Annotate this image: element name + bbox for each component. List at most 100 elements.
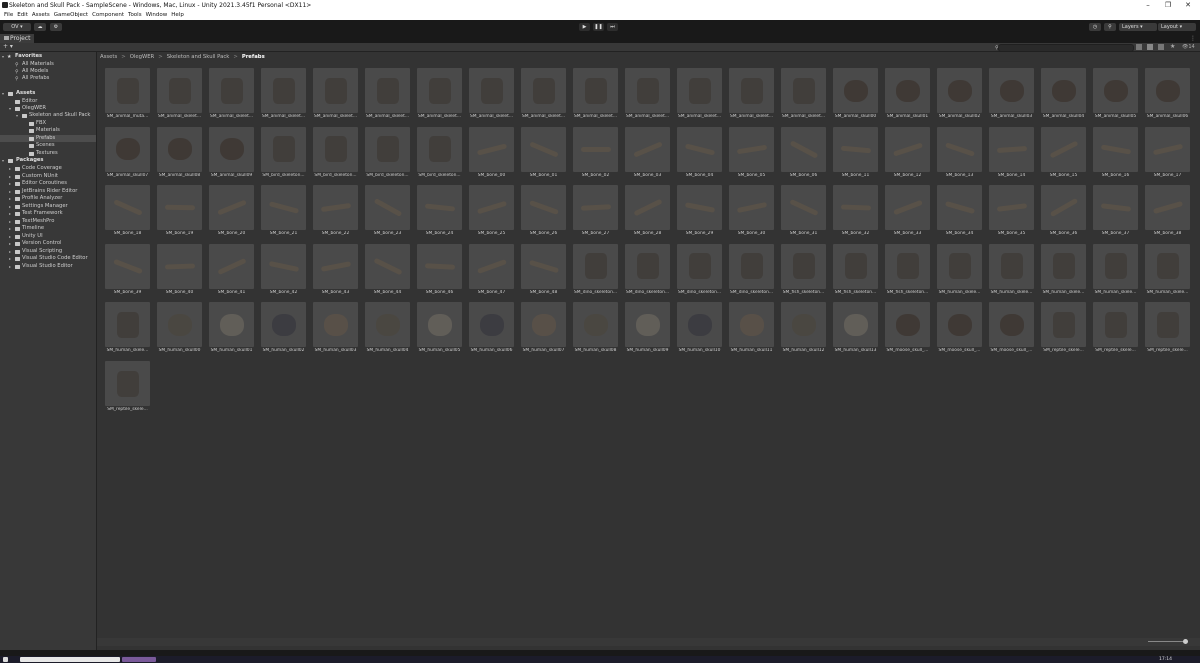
asset-tile[interactable] [1093, 302, 1138, 348]
asset-tile[interactable] [469, 126, 514, 172]
asset-tile[interactable] [105, 126, 150, 172]
menu-window[interactable]: Window [146, 11, 168, 20]
search-icon[interactable]: ⚲ [1104, 23, 1116, 31]
add-asset-button[interactable]: + ▾ [3, 43, 13, 51]
asset-tile[interactable] [209, 302, 254, 348]
chevron-right-icon[interactable]: ▸ [9, 180, 13, 187]
asset-tile[interactable] [729, 126, 774, 172]
asset-tile[interactable] [989, 126, 1034, 172]
asset-tile[interactable] [677, 126, 722, 172]
asset-tile[interactable] [1041, 243, 1086, 289]
filter-label-icon[interactable] [1147, 44, 1153, 50]
asset-tile[interactable] [1041, 185, 1086, 231]
asset-tile[interactable] [625, 302, 670, 348]
tree-item-editor[interactable]: Editor [0, 98, 96, 105]
asset-tile[interactable] [573, 302, 618, 348]
asset-tile[interactable] [209, 185, 254, 231]
asset-tile[interactable] [833, 126, 878, 172]
asset-tile[interactable] [417, 302, 462, 348]
menu-help[interactable]: Help [171, 11, 184, 20]
tree-item-textures[interactable]: Textures [0, 150, 96, 157]
chevron-down-icon[interactable]: ▾ [16, 112, 20, 119]
tree-item-package[interactable]: ▸ Visual Studio Editor [0, 263, 96, 270]
breadcrumb-skeleton-pack[interactable]: Skeleton and Skull Pack [167, 54, 230, 60]
menu-edit[interactable]: Edit [17, 11, 28, 20]
asset-tile[interactable] [365, 126, 410, 172]
layout-dropdown[interactable]: Layout ▾ [1158, 23, 1196, 31]
asset-tile[interactable] [677, 243, 722, 289]
asset-tile[interactable] [989, 185, 1034, 231]
chevron-down-icon[interactable]: ▾ [2, 90, 6, 97]
panel-menu-icon[interactable]: ⋮ [1190, 34, 1196, 43]
asset-tile[interactable] [469, 302, 514, 348]
asset-tile[interactable] [625, 185, 670, 231]
chevron-right-icon[interactable]: ▸ [9, 255, 13, 262]
asset-tile[interactable] [209, 68, 254, 113]
asset-tile[interactable] [833, 68, 878, 113]
tree-item-package[interactable]: ▸ TextMeshPro [0, 218, 96, 225]
history-icon[interactable]: ◷ [1089, 23, 1101, 31]
asset-tile[interactable] [781, 243, 826, 289]
filter-type-icon[interactable] [1136, 44, 1142, 50]
asset-tile[interactable] [833, 302, 878, 348]
asset-tile[interactable] [625, 68, 670, 113]
asset-tile[interactable] [573, 126, 618, 172]
tree-item-prefabs[interactable]: Prefabs [0, 135, 96, 142]
favorite-icon[interactable]: ★ [1170, 43, 1175, 51]
tab-project[interactable]: Project [0, 34, 34, 43]
asset-tile[interactable] [885, 68, 930, 113]
chevron-right-icon[interactable]: ▸ [9, 225, 13, 232]
asset-tile[interactable] [521, 68, 566, 113]
asset-tile[interactable] [157, 68, 202, 113]
assets-header[interactable]: ▾ Assets [0, 90, 96, 97]
asset-tile[interactable] [937, 243, 982, 289]
asset-tile[interactable] [365, 243, 410, 289]
asset-tile[interactable] [521, 126, 566, 172]
asset-tile[interactable] [469, 185, 514, 231]
asset-tile[interactable] [521, 185, 566, 231]
asset-tile[interactable] [937, 68, 982, 113]
asset-tile[interactable] [1145, 126, 1190, 172]
breadcrumb-olegwer[interactable]: OlegWER [130, 54, 155, 60]
asset-tile[interactable] [833, 243, 878, 289]
breadcrumb-prefabs[interactable]: Prefabs [242, 54, 265, 60]
search-input[interactable]: ⚲ [995, 44, 1134, 52]
asset-tile[interactable] [365, 302, 410, 348]
cloud-icon[interactable]: ☁ [34, 23, 46, 31]
tree-item-package[interactable]: ▸ Profile Analyzer [0, 195, 96, 202]
hidden-packages-counter[interactable]: 👁14 [1182, 43, 1195, 51]
asset-tile[interactable] [417, 126, 462, 172]
asset-tile[interactable] [1093, 185, 1138, 231]
asset-tile[interactable] [261, 68, 306, 113]
tree-item-package[interactable]: ▸ Test Framework [0, 210, 96, 217]
asset-tile[interactable] [417, 68, 462, 113]
asset-tile[interactable] [469, 243, 514, 289]
favorite-all-prefabs[interactable]: ⚲ All Prefabs [0, 75, 96, 82]
asset-tile[interactable] [365, 68, 410, 113]
chevron-right-icon[interactable]: ▸ [9, 218, 13, 225]
asset-tile[interactable] [729, 185, 774, 231]
asset-tile[interactable] [261, 126, 306, 172]
asset-tile[interactable] [105, 68, 150, 113]
collab-icon[interactable]: ⚙ [50, 23, 62, 31]
tree-item-materials[interactable]: Materials [0, 127, 96, 134]
asset-tile[interactable] [261, 243, 306, 289]
asset-tile[interactable] [1041, 68, 1086, 113]
tree-item-scenes[interactable]: Scenes [0, 142, 96, 149]
favorite-all-models[interactable]: ⚲ All Models [0, 68, 96, 75]
asset-tile[interactable] [625, 243, 670, 289]
asset-tile[interactable] [417, 243, 462, 289]
chevron-right-icon[interactable]: ▸ [9, 165, 13, 172]
asset-tile[interactable] [937, 126, 982, 172]
chevron-right-icon[interactable]: ▸ [9, 263, 13, 270]
asset-tile[interactable] [157, 243, 202, 289]
packages-header[interactable]: ▾ Packages [0, 157, 96, 164]
asset-tile[interactable] [1041, 126, 1086, 172]
asset-tile[interactable] [573, 68, 618, 113]
asset-tile[interactable] [209, 243, 254, 289]
asset-tile[interactable] [105, 361, 150, 406]
asset-tile[interactable] [781, 185, 826, 231]
chevron-right-icon[interactable]: ▸ [9, 210, 13, 217]
tree-item-package[interactable]: ▸ Visual Scripting [0, 248, 96, 255]
asset-tile[interactable] [781, 126, 826, 172]
